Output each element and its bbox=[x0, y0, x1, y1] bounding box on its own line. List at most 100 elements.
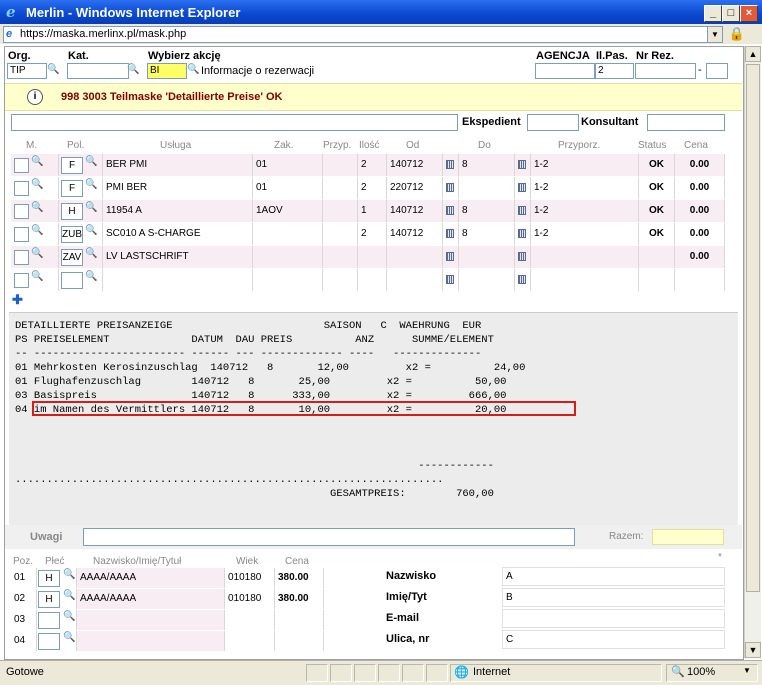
pol-input[interactable] bbox=[61, 272, 83, 289]
pol-input[interactable]: ZUB bbox=[61, 226, 83, 243]
pol-search-icon[interactable]: 🔍 bbox=[85, 246, 97, 265]
pol-search-icon[interactable]: 🔍 bbox=[85, 154, 97, 173]
pol-search-icon[interactable]: 🔍 bbox=[85, 177, 97, 196]
pol-input[interactable]: F bbox=[61, 180, 83, 197]
cell-status bbox=[639, 246, 675, 268]
pax-cena bbox=[275, 631, 324, 651]
calendar-icon[interactable] bbox=[518, 252, 526, 261]
scroll-up-icon[interactable]: ▲ bbox=[745, 46, 761, 62]
close-button[interactable]: × bbox=[740, 5, 758, 22]
row-checkbox[interactable] bbox=[14, 181, 29, 196]
detail-input[interactable] bbox=[502, 609, 725, 628]
calendar-icon[interactable] bbox=[446, 252, 454, 261]
org-search-icon[interactable]: 🔍 bbox=[47, 64, 59, 75]
razem-label: Razem: bbox=[609, 531, 644, 542]
cell-ilosc bbox=[358, 269, 387, 291]
col-poz: Poz. bbox=[13, 556, 34, 567]
col-nazwisko: Nazwisko/Imię/Tytuł bbox=[93, 556, 182, 567]
cell-od: 140712 bbox=[387, 223, 443, 245]
cell-przyp bbox=[323, 269, 358, 291]
vertical-scrollbar[interactable]: ▲ ▼ bbox=[744, 46, 761, 658]
price-line: ------------ bbox=[15, 460, 494, 472]
cell-cal2 bbox=[515, 154, 531, 176]
maximize-button[interactable]: □ bbox=[722, 5, 740, 22]
pol-search-icon[interactable]: 🔍 bbox=[85, 269, 97, 288]
detail-input[interactable]: B bbox=[502, 588, 725, 607]
cell-od: 220712 bbox=[387, 177, 443, 199]
add-row-icon[interactable]: ✚ bbox=[12, 292, 23, 308]
row-checkbox[interactable] bbox=[14, 250, 29, 265]
pol-input[interactable]: F bbox=[61, 157, 83, 174]
agencja-input[interactable] bbox=[535, 63, 595, 79]
url-dropdown-icon[interactable]: ▼ bbox=[707, 27, 722, 42]
m-search-icon[interactable]: 🔍 bbox=[31, 154, 43, 173]
table-row: 🔍 F 🔍 BER PMI 01 2 140712 8 1-2 OK 0.00 bbox=[11, 154, 725, 176]
row-checkbox[interactable] bbox=[14, 158, 29, 173]
price-line: -- ------------------------ ------ --- -… bbox=[15, 348, 482, 360]
detail-input[interactable]: A bbox=[502, 567, 725, 586]
m-search-icon[interactable]: 🔍 bbox=[31, 177, 43, 196]
cell-cal1 bbox=[443, 223, 459, 245]
cell-cal2 bbox=[515, 200, 531, 222]
calendar-icon[interactable] bbox=[518, 229, 526, 238]
col-do: Do bbox=[478, 140, 491, 151]
minimize-button[interactable]: _ bbox=[704, 5, 722, 22]
zoom-dropdown-icon[interactable]: ▼ bbox=[743, 666, 751, 675]
url-field[interactable]: e https://maska.merlinx.pl/mask.php ▼ bbox=[3, 26, 723, 43]
row-checkbox[interactable] bbox=[14, 227, 29, 242]
row-checkbox[interactable] bbox=[14, 273, 29, 288]
zone-segment: 🌐 Internet bbox=[450, 664, 662, 682]
cell-przyporz: 1-2 bbox=[531, 154, 639, 176]
calendar-icon[interactable] bbox=[446, 160, 454, 169]
pol-search-icon[interactable]: 🔍 bbox=[85, 200, 97, 219]
ilpas-input[interactable]: 2 bbox=[595, 63, 634, 79]
table-row: 🔍 ZAV 🔍 LV LASTSCHRIFT 0.00 bbox=[11, 246, 725, 268]
pol-input[interactable]: H bbox=[61, 203, 83, 220]
calendar-icon[interactable] bbox=[446, 183, 454, 192]
plec-input[interactable]: H bbox=[38, 570, 60, 587]
ekspedient-input[interactable] bbox=[527, 114, 579, 131]
cell-status: OK bbox=[639, 177, 675, 199]
plec-input[interactable] bbox=[38, 612, 60, 629]
calendar-icon[interactable] bbox=[446, 275, 454, 284]
org-input[interactable]: TIP bbox=[7, 63, 47, 79]
m-search-icon[interactable]: 🔍 bbox=[31, 269, 43, 288]
kat-input[interactable] bbox=[67, 63, 129, 79]
notes-input[interactable] bbox=[11, 114, 458, 131]
akcja-search-icon[interactable]: 🔍 bbox=[187, 64, 199, 75]
row-checkbox[interactable] bbox=[14, 204, 29, 219]
plec-input[interactable]: H bbox=[38, 591, 60, 608]
status-bar: Gotowe 🌐 Internet 🔍 100% ▼ bbox=[0, 660, 762, 685]
pax-wiek: 010180 bbox=[225, 589, 275, 609]
zoom-segment[interactable]: 🔍 100% ▼ bbox=[666, 664, 758, 682]
plec-search-icon[interactable]: 🔍 bbox=[63, 631, 75, 648]
calendar-icon[interactable] bbox=[518, 206, 526, 215]
lock-icon[interactable]: 🔒 bbox=[728, 26, 746, 42]
plec-search-icon[interactable]: 🔍 bbox=[63, 589, 75, 606]
konsultant-input[interactable] bbox=[647, 114, 725, 131]
plec-input[interactable] bbox=[38, 633, 60, 650]
cell-cal2 bbox=[515, 246, 531, 268]
calendar-icon[interactable] bbox=[518, 275, 526, 284]
pol-input[interactable]: ZAV bbox=[61, 249, 83, 266]
calendar-icon[interactable] bbox=[518, 160, 526, 169]
message-text: 998 3003 Teilmaske 'Detaillierte Preise'… bbox=[61, 91, 283, 103]
uwagi-input[interactable] bbox=[83, 528, 575, 546]
m-search-icon[interactable]: 🔍 bbox=[31, 223, 43, 242]
nrrez-suffix-input[interactable] bbox=[706, 63, 728, 79]
m-search-icon[interactable]: 🔍 bbox=[31, 200, 43, 219]
nrrez-input[interactable] bbox=[635, 63, 696, 79]
col-wiek: Wiek bbox=[236, 556, 259, 567]
detail-input[interactable]: C bbox=[502, 630, 725, 649]
plec-search-icon[interactable]: 🔍 bbox=[63, 568, 75, 585]
pol-search-icon[interactable]: 🔍 bbox=[85, 223, 97, 242]
calendar-icon[interactable] bbox=[518, 183, 526, 192]
akcja-input[interactable]: BI bbox=[147, 63, 187, 79]
scroll-thumb[interactable] bbox=[746, 64, 760, 592]
calendar-icon[interactable] bbox=[446, 229, 454, 238]
scroll-down-icon[interactable]: ▼ bbox=[745, 642, 761, 658]
calendar-icon[interactable] bbox=[446, 206, 454, 215]
plec-search-icon[interactable]: 🔍 bbox=[63, 610, 75, 627]
m-search-icon[interactable]: 🔍 bbox=[31, 246, 43, 265]
kat-search-icon[interactable]: 🔍 bbox=[127, 64, 139, 75]
